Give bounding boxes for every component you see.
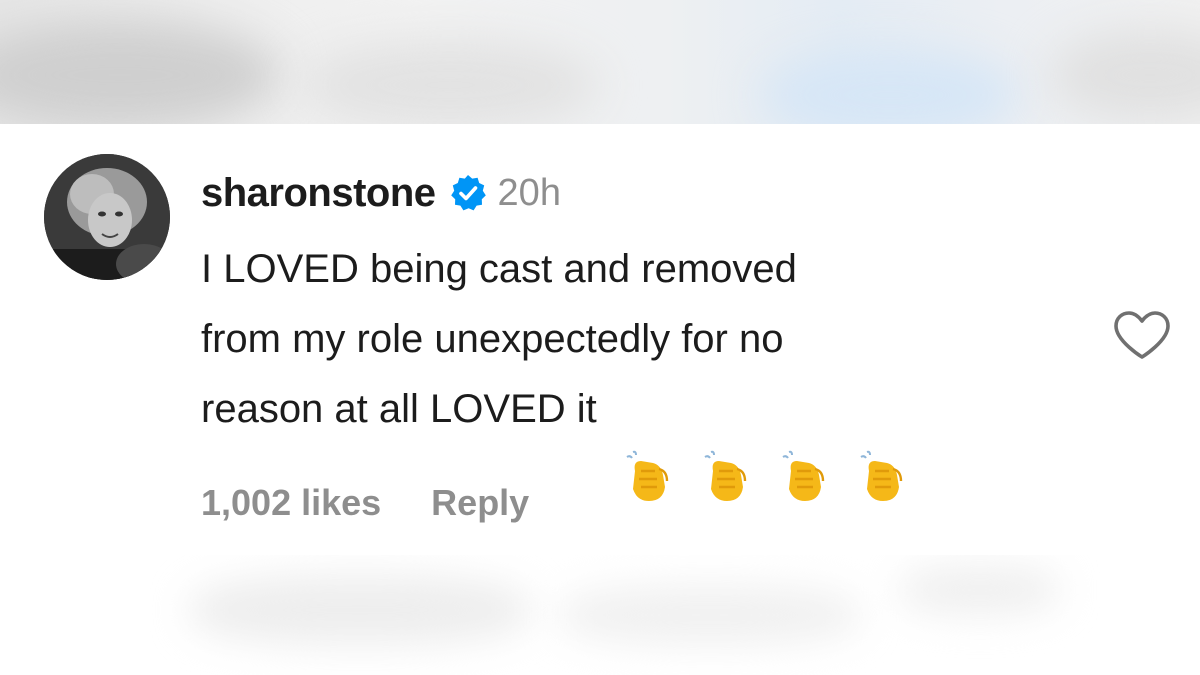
clapping-hands-icon: [853, 379, 913, 502]
comment: sharonstone 20h I LOVED being cast and r…: [0, 124, 1200, 555]
like-button[interactable]: [1112, 309, 1172, 363]
blurred-previous-content: [0, 0, 1200, 124]
blurred-next-content: [0, 555, 1200, 675]
clapping-hands-icon: [775, 379, 835, 502]
comment-body: I LOVED being cast and removed from my r…: [201, 234, 1081, 502]
reply-button[interactable]: Reply: [431, 482, 529, 524]
heart-outline-icon: [1114, 311, 1170, 359]
timestamp: 20h: [497, 171, 561, 214]
verified-badge-icon: [448, 173, 488, 213]
clapping-hands-icon: [697, 379, 757, 502]
likes-count[interactable]: 1,002 likes: [201, 482, 381, 524]
comment-header: sharonstone 20h: [201, 168, 561, 218]
username[interactable]: sharonstone: [201, 171, 436, 216]
comment-footer: 1,002 likes Reply: [201, 482, 529, 524]
emoji-group: [619, 379, 913, 502]
clapping-hands-icon: [619, 379, 679, 502]
avatar[interactable]: [44, 154, 170, 280]
